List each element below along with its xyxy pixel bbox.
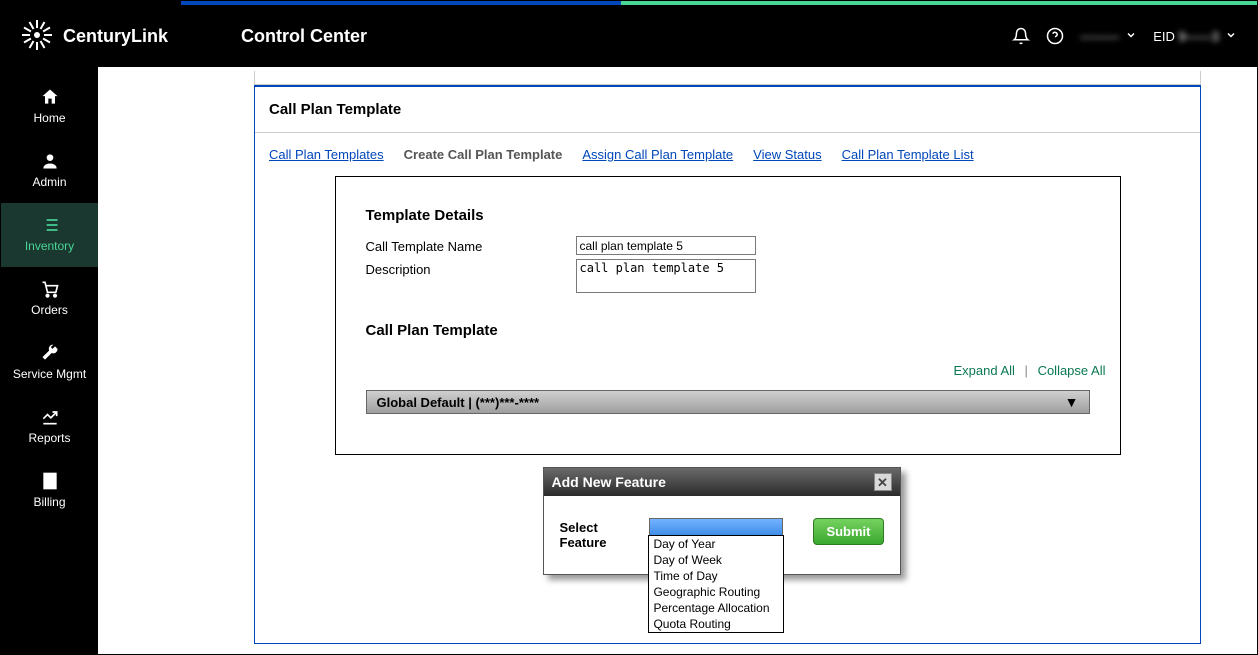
notifications-icon[interactable] xyxy=(1012,27,1030,45)
option-geographic-routing[interactable]: Geographic Routing xyxy=(649,584,783,600)
select-feature-dropdown[interactable] xyxy=(649,518,783,536)
option-time-of-day[interactable]: Time of Day xyxy=(649,568,783,584)
left-sidebar: Home Admin Inventory Orders Service Mgmt… xyxy=(1,67,98,654)
option-quota-routing[interactable]: Quota Routing xyxy=(649,616,783,632)
modal-title: Add New Feature xyxy=(552,474,666,490)
template-form: Template Details Call Template Name Desc… xyxy=(335,176,1121,455)
global-header: CenturyLink Control Center ——— EID 9——3 xyxy=(1,5,1257,67)
accordion-global-default[interactable]: Global Default | (***)***-**** ▼ xyxy=(366,390,1090,414)
sidebar-item-label: Reports xyxy=(28,431,70,445)
sidebar-item-label: Billing xyxy=(33,495,65,509)
sidebar-item-label: Home xyxy=(33,111,65,125)
sidebar-item-reports[interactable]: Reports xyxy=(1,395,98,459)
centurylink-logo-icon xyxy=(21,19,53,54)
sidebar-item-label: Admin xyxy=(32,175,66,189)
select-feature-options: Day of Year Day of Week Time of Day Geog… xyxy=(648,535,784,633)
option-day-of-year[interactable]: Day of Year xyxy=(649,536,783,552)
chevron-down-icon: ▼ xyxy=(1065,394,1079,410)
bc-view-status[interactable]: View Status xyxy=(753,147,821,162)
sidebar-item-label: Inventory xyxy=(25,239,74,253)
bc-call-plan-templates[interactable]: Call Plan Templates xyxy=(269,147,384,162)
modal-header: Add New Feature ✕ xyxy=(544,468,900,496)
bc-create-call-plan-template: Create Call Plan Template xyxy=(404,147,563,162)
submit-button[interactable]: Submit xyxy=(813,518,883,545)
chevron-down-icon xyxy=(1225,29,1237,44)
select-feature-label: Select Feature xyxy=(560,518,636,550)
brand-name: CenturyLink xyxy=(63,26,168,47)
option-day-of-week[interactable]: Day of Week xyxy=(649,552,783,568)
top-accent-bar xyxy=(1,1,1257,5)
sidebar-item-inventory[interactable]: Inventory xyxy=(1,203,98,267)
description-label: Description xyxy=(366,259,576,277)
page-title: Call Plan Template xyxy=(255,87,1200,132)
eid-label: EID 9——3 xyxy=(1153,29,1219,44)
add-new-feature-modal: Add New Feature ✕ Select Feature Day of … xyxy=(543,467,901,575)
user-menu[interactable]: ——— xyxy=(1080,29,1137,44)
brand-block: CenturyLink xyxy=(21,19,221,54)
chevron-down-icon xyxy=(1125,29,1137,44)
sidebar-item-billing[interactable]: $ Billing xyxy=(1,459,98,523)
eid-menu[interactable]: EID 9——3 xyxy=(1153,29,1237,44)
breadcrumb: Call Plan Templates Create Call Plan Tem… xyxy=(255,132,1200,176)
collapse-all-link[interactable]: Collapse All xyxy=(1038,363,1106,378)
main-panel: Call Plan Template Call Plan Templates C… xyxy=(254,85,1201,644)
section-call-plan-template: Call Plan Template xyxy=(336,298,1120,349)
svg-text:$: $ xyxy=(47,476,52,486)
help-icon[interactable] xyxy=(1046,27,1064,45)
call-template-name-input[interactable] xyxy=(576,236,756,255)
sidebar-item-home[interactable]: Home xyxy=(1,75,98,139)
bc-call-plan-template-list[interactable]: Call Plan Template List xyxy=(842,147,974,162)
close-icon[interactable]: ✕ xyxy=(874,473,892,491)
sidebar-item-admin[interactable]: Admin xyxy=(1,139,98,203)
sidebar-item-label: Service Mgmt xyxy=(13,367,86,381)
divider: | xyxy=(1025,363,1028,378)
bc-assign-call-plan-template[interactable]: Assign Call Plan Template xyxy=(582,147,733,162)
accordion-label: Global Default | (***)***-**** xyxy=(377,395,540,410)
option-percentage-allocation[interactable]: Percentage Allocation xyxy=(649,600,783,616)
app-title: Control Center xyxy=(241,26,367,47)
call-template-name-label: Call Template Name xyxy=(366,236,576,254)
sidebar-item-label: Orders xyxy=(31,303,68,317)
description-textarea[interactable]: call plan template 5 xyxy=(576,259,756,293)
expand-all-link[interactable]: Expand All xyxy=(953,363,1014,378)
panel-title-bar xyxy=(254,71,1201,85)
user-label: ——— xyxy=(1080,29,1119,44)
sidebar-item-service-mgmt[interactable]: Service Mgmt xyxy=(1,331,98,395)
sidebar-item-orders[interactable]: Orders xyxy=(1,267,98,331)
section-template-details: Template Details xyxy=(336,195,1120,234)
